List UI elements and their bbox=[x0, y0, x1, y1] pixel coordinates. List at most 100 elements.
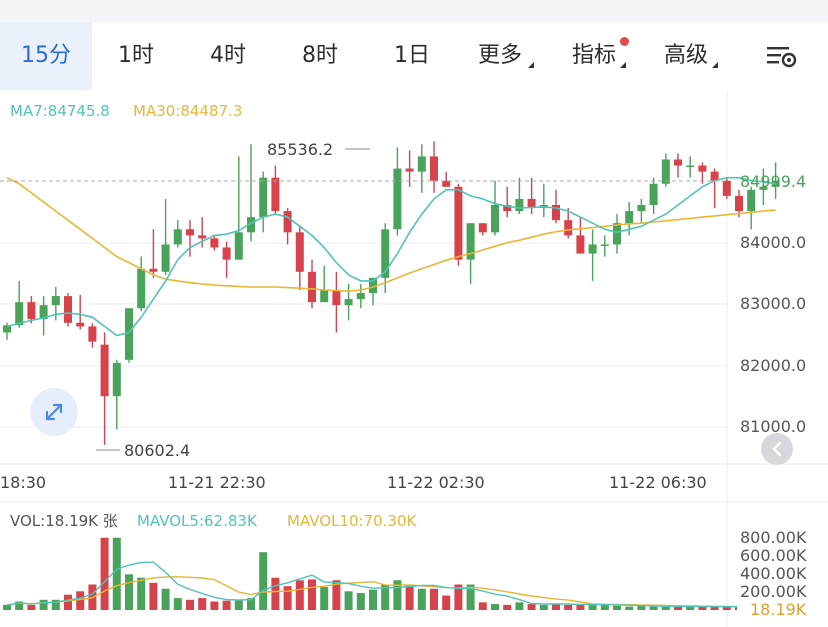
fullscreen-button[interactable] bbox=[30, 388, 78, 436]
tab-15m[interactable]: 15分 bbox=[0, 22, 92, 90]
candlestick bbox=[478, 223, 487, 236]
candle-body bbox=[112, 362, 121, 397]
candlestick bbox=[100, 332, 109, 445]
candlestick bbox=[442, 171, 451, 187]
candlestick bbox=[710, 168, 719, 209]
kline-chart[interactable]: MA7:84745.8 MA30:84487.3 84999.4 84000.0… bbox=[0, 90, 828, 627]
volume-bar bbox=[661, 606, 670, 610]
volume-bar bbox=[369, 589, 377, 610]
candlestick bbox=[686, 156, 695, 178]
candlestick bbox=[356, 283, 365, 309]
volume-bar bbox=[308, 579, 316, 610]
volume-bar bbox=[600, 604, 609, 610]
volume-bar bbox=[283, 586, 292, 610]
candlestick bbox=[88, 323, 97, 348]
tab-advanced[interactable]: 高级 bbox=[648, 22, 724, 90]
candlestick bbox=[600, 235, 609, 257]
volume-tick-label: 400.00K bbox=[740, 564, 807, 583]
candlestick bbox=[613, 214, 621, 254]
volume-bar bbox=[198, 598, 207, 610]
candlestick bbox=[552, 189, 560, 224]
candle-body bbox=[271, 177, 280, 212]
advanced-caret-icon bbox=[712, 62, 718, 68]
candlestick bbox=[271, 165, 280, 215]
candlestick-series bbox=[3, 141, 780, 445]
candle-body bbox=[222, 247, 231, 260]
tab-4h[interactable]: 4时 bbox=[188, 22, 268, 90]
candlestick bbox=[173, 220, 182, 248]
candlestick bbox=[222, 241, 231, 278]
candle-body bbox=[283, 211, 292, 233]
time-axis-label: 11-21 22:30 bbox=[168, 473, 266, 492]
candlestick bbox=[539, 183, 548, 218]
top-strip bbox=[0, 0, 828, 22]
volume-bar bbox=[552, 604, 560, 610]
candlestick bbox=[637, 198, 646, 224]
candle-body bbox=[698, 165, 707, 172]
candle-body bbox=[393, 168, 402, 230]
candle-body bbox=[161, 244, 170, 272]
candle-body bbox=[259, 177, 268, 218]
volume-tick-label: 800.00K bbox=[740, 528, 807, 547]
volume-bar bbox=[64, 594, 72, 610]
volume-bar bbox=[125, 574, 133, 610]
time-axis-label: 11-22 06:30 bbox=[609, 473, 707, 492]
candle-body bbox=[637, 205, 646, 212]
volume-bar bbox=[539, 604, 548, 610]
chart-settings-icon[interactable] bbox=[764, 40, 800, 72]
volume-bar bbox=[405, 584, 414, 610]
volume-bar bbox=[186, 599, 194, 610]
candlestick bbox=[15, 280, 24, 328]
volume-tick-label: 600.00K bbox=[740, 546, 807, 565]
candlestick bbox=[320, 265, 329, 303]
volume-bar bbox=[149, 582, 158, 610]
tab-1h[interactable]: 1时 bbox=[96, 22, 176, 90]
time-axis-label: 11-22 02:30 bbox=[387, 473, 485, 492]
volume-bar bbox=[637, 605, 646, 610]
volume-bar bbox=[649, 606, 658, 610]
candlestick bbox=[149, 229, 158, 278]
volume-bar bbox=[625, 606, 634, 610]
candlestick bbox=[295, 226, 304, 290]
more-caret-icon bbox=[528, 62, 534, 68]
volume-bar bbox=[320, 587, 329, 610]
low-price-annotation: 80602.4 bbox=[124, 441, 190, 460]
volume-bar bbox=[442, 595, 451, 610]
candle-body bbox=[356, 293, 365, 300]
tab-more[interactable]: 更多 bbox=[462, 22, 538, 90]
tab-8h[interactable]: 8时 bbox=[280, 22, 360, 90]
volume-bar bbox=[100, 537, 109, 610]
volume-bar bbox=[295, 580, 304, 610]
candle-body bbox=[613, 223, 621, 245]
volume-bar bbox=[259, 552, 268, 610]
volume-bar bbox=[222, 600, 231, 610]
volume-bar bbox=[515, 602, 524, 610]
volume-bar bbox=[491, 604, 499, 610]
candlestick bbox=[576, 217, 585, 254]
candle-body bbox=[600, 244, 609, 246]
candlestick bbox=[393, 147, 402, 236]
candlestick bbox=[649, 177, 658, 215]
candle-body bbox=[320, 290, 329, 303]
candle-body bbox=[576, 235, 585, 254]
expand-icon bbox=[45, 403, 63, 421]
tab-1d[interactable]: 1日 bbox=[372, 22, 452, 90]
candlestick bbox=[76, 294, 85, 330]
candle-body bbox=[125, 308, 133, 360]
volume-bar bbox=[674, 606, 682, 610]
candlestick bbox=[283, 208, 292, 245]
volume-bar bbox=[564, 604, 573, 610]
tab-indicators[interactable]: 指标 bbox=[556, 22, 632, 90]
current-price-label: 84999.4 bbox=[740, 172, 806, 191]
candle-body bbox=[186, 229, 194, 236]
candlestick bbox=[661, 153, 670, 187]
candlestick bbox=[112, 359, 121, 430]
candle-body bbox=[515, 198, 524, 212]
scroll-to-latest-button[interactable] bbox=[761, 433, 793, 465]
volume-bar bbox=[478, 602, 487, 610]
volume-bar bbox=[137, 577, 146, 610]
volume-bar bbox=[173, 598, 182, 610]
volume-bar bbox=[161, 588, 170, 610]
candle-body bbox=[234, 232, 243, 260]
candlestick bbox=[344, 283, 353, 321]
